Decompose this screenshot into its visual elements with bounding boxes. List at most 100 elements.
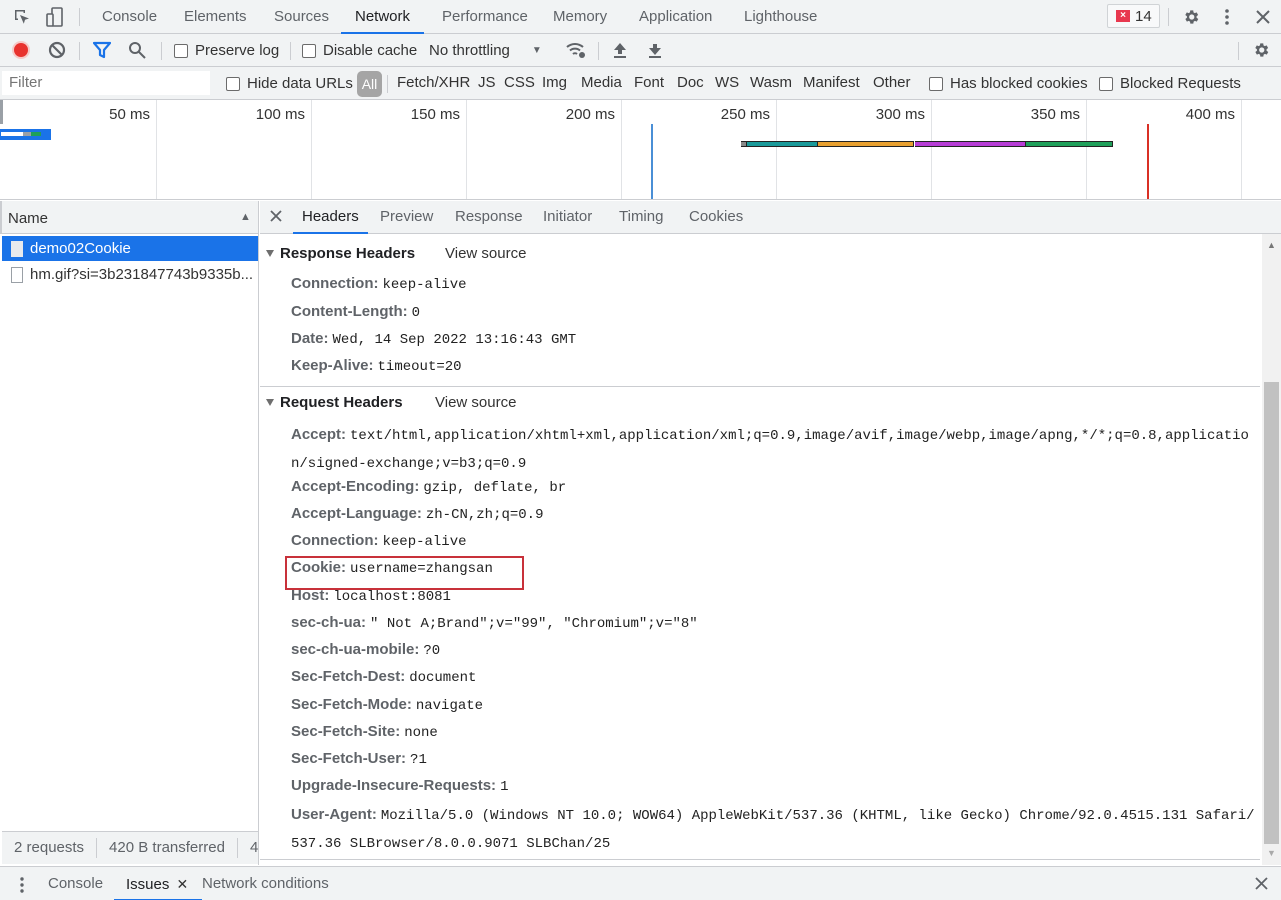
filter-type-doc[interactable]: Doc (677, 74, 704, 91)
scroll-up-arrow-icon[interactable]: ▲ (1267, 240, 1276, 250)
name-column-label: Name (8, 210, 49, 227)
scroll-down-arrow-icon[interactable]: ▼ (1267, 848, 1276, 858)
header-value: ?1 (410, 752, 427, 768)
filter-bar: Hide data URLs All Fetch/XHR JS CSS Img … (0, 67, 1281, 100)
overview-drag-handle[interactable] (0, 100, 3, 124)
header-name: Sec-Fetch-User: (291, 750, 407, 767)
preserve-log-label: Preserve log (195, 42, 280, 59)
close-detail-icon[interactable] (270, 209, 282, 225)
header-value: " Not A;Brand";v="99", "Chromium";v="8" (370, 616, 698, 632)
request-view-source-link[interactable]: View source (435, 394, 516, 411)
has-blocked-cookies-checkbox[interactable]: Has blocked cookies (929, 75, 1088, 92)
checkbox-box[interactable] (302, 43, 316, 58)
filter-type-fetch-xhr[interactable]: Fetch/XHR (397, 74, 470, 91)
scrollbar-thumb[interactable] (1264, 382, 1279, 844)
filter-type-other[interactable]: Other (873, 74, 911, 91)
blocked-requests-checkbox[interactable]: Blocked Requests (1099, 75, 1241, 92)
name-column-header[interactable]: Name ▲ (0, 201, 258, 234)
document-file-icon (11, 240, 23, 257)
record-button[interactable] (10, 39, 32, 61)
filter-input[interactable] (2, 71, 210, 95)
tab-network[interactable]: Network (340, 0, 425, 34)
import-har-icon[interactable] (609, 39, 631, 61)
export-har-icon[interactable] (644, 39, 666, 61)
tab-timing[interactable]: Timing (619, 201, 663, 233)
drawer-menu-icon[interactable] (19, 876, 25, 897)
filter-type-js[interactable]: JS (478, 74, 496, 91)
tab-performance[interactable]: Performance (442, 0, 528, 33)
throttling-select[interactable]: No throttling ▼ (429, 42, 542, 59)
header-row: Content-Length: 0 (291, 303, 1259, 321)
drawer-tab-issues-label: Issues (126, 876, 170, 893)
tab-sources[interactable]: Sources (274, 0, 329, 33)
filter-type-all[interactable]: All (357, 71, 382, 97)
header-row: Connection: keep-alive (291, 532, 1259, 550)
network-overview-timeline[interactable]: 50 ms 100 ms 150 ms 200 ms 250 ms 300 ms 350 m… (0, 100, 1281, 200)
filter-type-manifest[interactable]: Manifest (803, 74, 860, 91)
tab-memory[interactable]: Memory (553, 0, 607, 33)
timeline-grid-line (931, 100, 932, 199)
tab-console[interactable]: Console (102, 0, 157, 33)
request-row[interactable]: hm.gif?si=3b231847743b9335b... (2, 262, 258, 287)
headers-scrollbar[interactable]: ▲ ▼ (1262, 234, 1281, 865)
transferred-size: 420 B transferred (97, 838, 238, 858)
disable-cache-label: Disable cache (323, 42, 418, 59)
kebab-menu-icon[interactable] (1216, 6, 1238, 28)
header-name: Connection: (291, 275, 379, 292)
request-headers-section-toggle[interactable]: Request Headers (266, 394, 403, 411)
device-toolbar-icon[interactable] (44, 6, 66, 28)
timeline-grid-line (466, 100, 467, 199)
inspect-element-icon[interactable] (11, 6, 33, 28)
checkbox-box[interactable] (1099, 76, 1113, 91)
checkbox-box[interactable] (929, 76, 943, 91)
tab-application[interactable]: Application (639, 0, 712, 33)
clear-icon[interactable] (46, 39, 68, 61)
expand-triangle-icon (266, 250, 274, 257)
request-row[interactable]: demo02Cookie (2, 236, 258, 261)
filter-type-css[interactable]: CSS (504, 74, 535, 91)
tab-cookies[interactable]: Cookies (689, 201, 743, 233)
drawer-tab-issues[interactable]: Issues ✕ (113, 867, 203, 900)
has-blocked-cookies-label: Has blocked cookies (950, 75, 1088, 92)
filter-type-media[interactable]: Media (581, 74, 622, 91)
tab-headers[interactable]: Headers (293, 201, 368, 234)
filter-type-font[interactable]: Font (634, 74, 664, 91)
preserve-log-checkbox[interactable]: Preserve log (174, 42, 279, 59)
issues-counter-button[interactable]: × 14 (1107, 4, 1160, 28)
gear-icon[interactable] (1180, 6, 1202, 28)
filter-type-wasm[interactable]: Wasm (750, 74, 792, 91)
response-headers-section-toggle[interactable]: Response Headers (266, 245, 415, 262)
filter-type-ws[interactable]: WS (715, 74, 739, 91)
disable-cache-checkbox[interactable]: Disable cache (302, 42, 417, 59)
tab-preview[interactable]: Preview (380, 201, 433, 233)
close-drawer-icon[interactable] (1255, 877, 1268, 893)
drawer-tab-network-conditions[interactable]: Network conditions (202, 867, 329, 900)
tab-initiator[interactable]: Initiator (543, 201, 592, 233)
filter-icon[interactable] (91, 39, 113, 61)
request-count: 2 requests (2, 838, 98, 858)
network-settings-gear-icon[interactable] (1250, 39, 1272, 61)
section-divider (260, 859, 1260, 860)
record-icon (14, 43, 28, 57)
hide-data-urls-checkbox[interactable]: Hide data URLs (226, 75, 353, 92)
checkbox-box[interactable] (174, 43, 188, 58)
header-name: User-Agent: (291, 806, 377, 823)
search-icon[interactable] (126, 39, 148, 61)
dropdown-arrow-icon: ▼ (531, 45, 542, 56)
divider (79, 42, 80, 60)
header-row: Accept-Language: zh-CN,zh;q=0.9 (291, 505, 1259, 523)
tab-lighthouse[interactable]: Lighthouse (744, 0, 817, 33)
close-issues-tab-icon[interactable]: ✕ (177, 876, 189, 892)
network-conditions-icon[interactable] (565, 39, 587, 61)
response-view-source-link[interactable]: View source (445, 245, 526, 262)
drawer-tab-console[interactable]: Console (48, 867, 103, 900)
timeline-tick-label: 250 ms (720, 106, 770, 123)
close-icon[interactable] (1252, 6, 1274, 28)
expand-triangle-icon (266, 399, 274, 406)
tab-elements[interactable]: Elements (184, 0, 247, 33)
header-value: keep-alive (382, 277, 467, 293)
tab-response[interactable]: Response (455, 201, 523, 233)
checkbox-box[interactable] (226, 76, 240, 91)
header-row: User-Agent: Mozilla/5.0 (Windows NT 10.0;… (291, 801, 1259, 857)
filter-type-img[interactable]: Img (542, 74, 567, 91)
